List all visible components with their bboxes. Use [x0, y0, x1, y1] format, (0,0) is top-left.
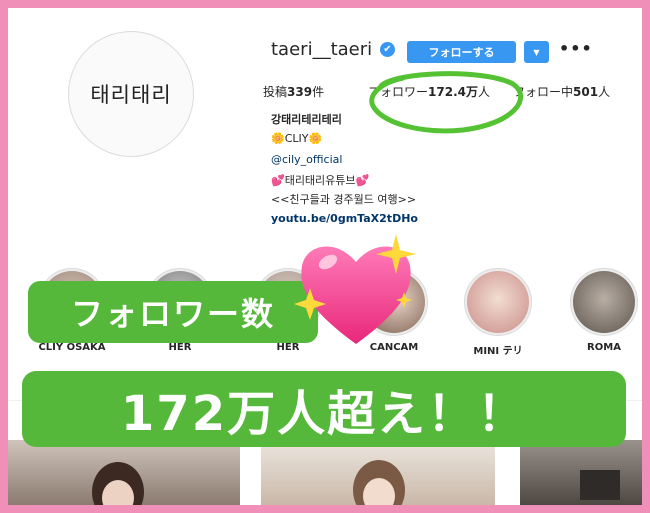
post-photo: [580, 470, 620, 500]
more-options-icon[interactable]: •••: [559, 39, 593, 58]
avatar-text: 태리태리: [90, 83, 172, 107]
followers-caption: フォロワー数: [28, 281, 318, 343]
bio-line-cliy: 🌼CLIY🌼: [271, 132, 323, 145]
highlight-label: CLIY OSAKA: [38, 342, 106, 353]
followers-total-caption: 172万人超え！！: [22, 371, 626, 447]
highlight-label: MINI テリ: [473, 346, 523, 357]
verified-badge-icon: ✔: [380, 42, 395, 57]
chevron-down-icon[interactable]: ▼: [524, 41, 549, 63]
sparkling-heart-icon: [294, 234, 416, 344]
bio-line-youtube: 💕태리태리유튜브💕: [271, 174, 370, 187]
highlight-thumbnail: [570, 268, 638, 336]
post-thumbnail[interactable]: [8, 440, 240, 505]
highlight-label: HER: [168, 342, 192, 353]
following-unit: 人: [598, 85, 611, 99]
post-thumbnail[interactable]: [261, 440, 495, 505]
highlight-circle-annotation: [369, 71, 524, 134]
posts-count: 339: [287, 85, 313, 99]
story-highlight[interactable]: ROMA: [570, 268, 638, 353]
profile-username: taeri__taeri: [271, 39, 373, 60]
screenshot-frame: 태리태리 taeri__taeri ✔ フォローする ▼ ••• 投稿339件 …: [0, 0, 650, 513]
following-count: 501: [573, 85, 599, 99]
post-photo: [92, 462, 144, 505]
bio-mention-link[interactable]: @cily_official: [271, 153, 342, 166]
bio-name: 강태리테리테리: [271, 113, 342, 126]
story-highlight[interactable]: MINI テリ: [464, 268, 532, 357]
stat-posts: 投稿339件: [263, 83, 324, 100]
post-photo: [353, 460, 405, 505]
follow-button[interactable]: フォローする: [407, 41, 516, 63]
profile-avatar[interactable]: 태리태리: [68, 31, 194, 157]
posts-unit: 件: [312, 85, 325, 99]
posts-label: 投稿: [263, 85, 288, 99]
highlight-label: ROMA: [587, 342, 621, 353]
bio-line-trip: <<친구들과 경주월드 여행>>: [271, 193, 417, 206]
post-thumbnail[interactable]: [520, 440, 642, 505]
highlight-thumbnail: [464, 268, 532, 336]
bio-url-link[interactable]: youtu.be/0gmTaX2tDHo: [271, 212, 418, 225]
